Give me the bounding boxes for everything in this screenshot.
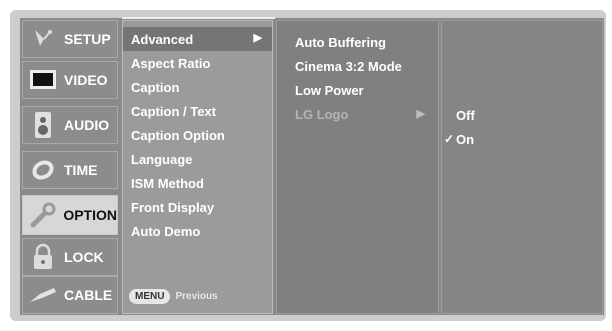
menu-hint-bar: MENU Previous	[129, 287, 269, 305]
option-off[interactable]: Off	[442, 103, 602, 127]
sidebar-item-label: LOCK	[64, 249, 104, 265]
option-label: On	[456, 131, 475, 147]
submenu-item-caption-option[interactable]: Caption Option	[123, 123, 272, 147]
cable-icon	[28, 280, 58, 310]
sidebar-item-video[interactable]: VIDEO	[22, 61, 118, 99]
advanced-item-label: Auto Buffering	[295, 34, 386, 50]
submenu-item-label: Aspect Ratio	[131, 55, 211, 71]
wrench-icon	[28, 200, 57, 230]
sidebar-item-audio[interactable]: AUDIO	[22, 106, 118, 144]
advanced-item-label: Low Power	[295, 82, 364, 98]
satellite-icon	[28, 24, 58, 54]
padlock-icon	[28, 242, 58, 272]
sidebar-item-option[interactable]: OPTION	[22, 195, 118, 235]
sidebar-item-time[interactable]: TIME	[22, 151, 118, 189]
submenu-highlight-line	[122, 17, 275, 19]
option-submenu: Advanced ▶ Aspect Ratio Caption Caption …	[122, 20, 273, 314]
advanced-item-lg-logo[interactable]: LG Logo ▶	[277, 102, 437, 126]
main-menu-column: SETUP VIDEO AUDIO TIME OPTION LOCK CABLE	[22, 20, 118, 314]
advanced-item-cinema-mode[interactable]: Cinema 3:2 Mode	[277, 54, 437, 78]
arrow-right-icon: ▶	[416, 108, 425, 120]
previous-hint: Previous	[175, 290, 218, 302]
checkmark-icon: ✓	[443, 132, 454, 146]
sidebar-item-lock[interactable]: LOCK	[22, 238, 118, 276]
clock-icon	[28, 155, 58, 185]
option-on[interactable]: ✓ On	[442, 127, 602, 151]
screen-icon	[28, 65, 58, 95]
submenu-item-label: ISM Method	[131, 175, 204, 191]
sidebar-item-label: AUDIO	[64, 117, 110, 133]
submenu-item-label: Advanced	[131, 31, 194, 47]
advanced-item-label: Cinema 3:2 Mode	[295, 58, 402, 74]
submenu-item-caption[interactable]: Caption	[123, 75, 272, 99]
sidebar-item-setup[interactable]: SETUP	[22, 20, 118, 58]
speaker-icon	[28, 110, 58, 140]
sidebar-item-label: OPTION	[63, 207, 117, 223]
submenu-item-label: Caption	[131, 79, 180, 95]
submenu-item-advanced[interactable]: Advanced ▶	[123, 27, 272, 51]
submenu-item-front-display[interactable]: Front Display	[123, 195, 272, 219]
sidebar-item-label: CABLE	[64, 287, 113, 303]
submenu-item-label: Front Display	[131, 199, 215, 215]
advanced-item-label: LG Logo	[295, 106, 349, 122]
submenu-item-aspect-ratio[interactable]: Aspect Ratio	[123, 51, 272, 75]
sidebar-item-cable[interactable]: CABLE	[22, 276, 118, 314]
lg-logo-options: Off ✓ On	[441, 20, 603, 314]
advanced-item-auto-buffering[interactable]: Auto Buffering	[277, 30, 437, 54]
submenu-item-label: Caption / Text	[131, 103, 216, 119]
menu-button[interactable]: MENU	[129, 288, 171, 304]
submenu-item-label: Language	[131, 151, 193, 167]
advanced-item-low-power[interactable]: Low Power	[277, 78, 437, 102]
advanced-submenu: Auto Buffering Cinema 3:2 Mode Low Power…	[276, 20, 439, 314]
arrow-right-icon: ▶	[253, 32, 262, 44]
submenu-item-caption-text[interactable]: Caption / Text	[123, 99, 272, 123]
submenu-item-label: Caption Option	[131, 127, 225, 143]
submenu-item-language[interactable]: Language	[123, 147, 272, 171]
sidebar-item-label: TIME	[64, 162, 98, 178]
submenu-item-auto-demo[interactable]: Auto Demo	[123, 219, 272, 243]
option-label: Off	[456, 107, 475, 123]
submenu-item-ism-method[interactable]: ISM Method	[123, 171, 272, 195]
submenu-item-label: Auto Demo	[131, 223, 201, 239]
sidebar-item-label: VIDEO	[64, 72, 108, 88]
sidebar-item-label: SETUP	[64, 31, 111, 47]
